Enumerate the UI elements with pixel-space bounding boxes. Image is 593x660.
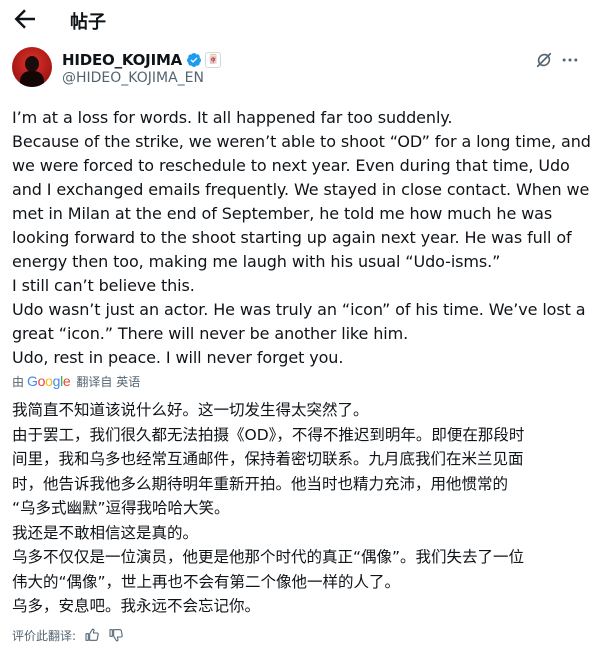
translated-by-label: 由	[12, 374, 25, 389]
avatar-head	[25, 56, 39, 72]
avatar[interactable]	[12, 47, 52, 87]
translated-line: 我还是不敢相信这是真的。	[12, 523, 199, 542]
google-logo: Google	[27, 373, 71, 389]
tweet-line: looking forward to the shoot starting up…	[12, 228, 572, 247]
more-icon[interactable]	[560, 50, 580, 70]
tweet-line: Udo, rest in peace. I will never forget …	[12, 348, 344, 367]
author-handle[interactable]: @HIDEO_KOJIMA_EN	[62, 70, 204, 86]
tweet-line: I still can’t believe this.	[12, 276, 195, 295]
translated-by: 由 Google 翻译自 英语	[12, 373, 140, 389]
tweet-line: Because of the strike, we weren’t able t…	[12, 132, 591, 151]
verified-badge-icon[interactable]	[186, 52, 202, 68]
translated-line: 间里，我和乌多也经常互通邮件，保持着密切联系。九月底我们在米兰见面	[12, 450, 524, 468]
translated-line: 由于罢工，我们很久都无法拍摄《OD》，不得不推迟到明年。即便在那段时	[12, 425, 525, 444]
tweet-line: great “icon.” There will never be anothe…	[12, 324, 409, 343]
tweet-line: and I exchanged emails frequently. We st…	[12, 180, 590, 199]
translated-line: 乌多不仅仅是一位演员，他更是他那个时代的真正“偶像”。我们失去了一位	[12, 548, 525, 566]
translated-from-link[interactable]: 翻译自 英语	[76, 373, 140, 390]
top-bar: 帖子	[0, 0, 593, 40]
page-title: 帖子	[70, 12, 106, 33]
translated-line: 我简直不知道该说什么好。这一切发生得太突然了。	[12, 401, 369, 419]
translated-line: 乌多，安息吧。我永远不会忘记你。	[12, 597, 261, 615]
affiliate-badge-icon[interactable]: 🀄	[205, 52, 222, 68]
grok-icon[interactable]	[534, 50, 554, 70]
tweet-line: we were forced to reschedule to next yea…	[12, 156, 570, 175]
avatar-body	[20, 71, 44, 87]
thumbs-up-icon[interactable]	[84, 627, 100, 643]
tweet-text: I’m at a loss for words. It all happened…	[12, 106, 591, 370]
rate-translation: 评价此翻译:	[12, 625, 124, 645]
rate-translation-label: 评价此翻译:	[12, 628, 77, 643]
arrow-left-icon[interactable]	[10, 4, 40, 34]
translated-line: 伟大的“偶像”，世上再也不会有第二个像他一样的人了。	[12, 572, 401, 591]
author-name-row: HIDEO_KOJIMA 🀄	[62, 50, 222, 70]
tweet-line: met in Milan at the end of September, he…	[12, 204, 553, 223]
tweet-line: Udo wasn’t just an actor. He was truly a…	[12, 300, 586, 319]
tweet-line: I’m at a loss for words. It all happened…	[12, 108, 453, 127]
translated-line: “乌多式幽默”逗得我哈哈大笑。	[12, 499, 230, 517]
translated-text: 我简直不知道该说什么好。这一切发生得太突然了。 由于罢工，我们很久都无法拍摄《O…	[12, 398, 587, 619]
tweet-line: energy then too, making me laugh with hi…	[12, 252, 501, 271]
thumbs-down-icon[interactable]	[108, 627, 124, 643]
translated-line: 时，他告诉我他多么期待明年重新开拍。他当时也精力充沛，用他惯常的	[12, 474, 509, 493]
author-display-name[interactable]: HIDEO_KOJIMA	[62, 51, 182, 69]
